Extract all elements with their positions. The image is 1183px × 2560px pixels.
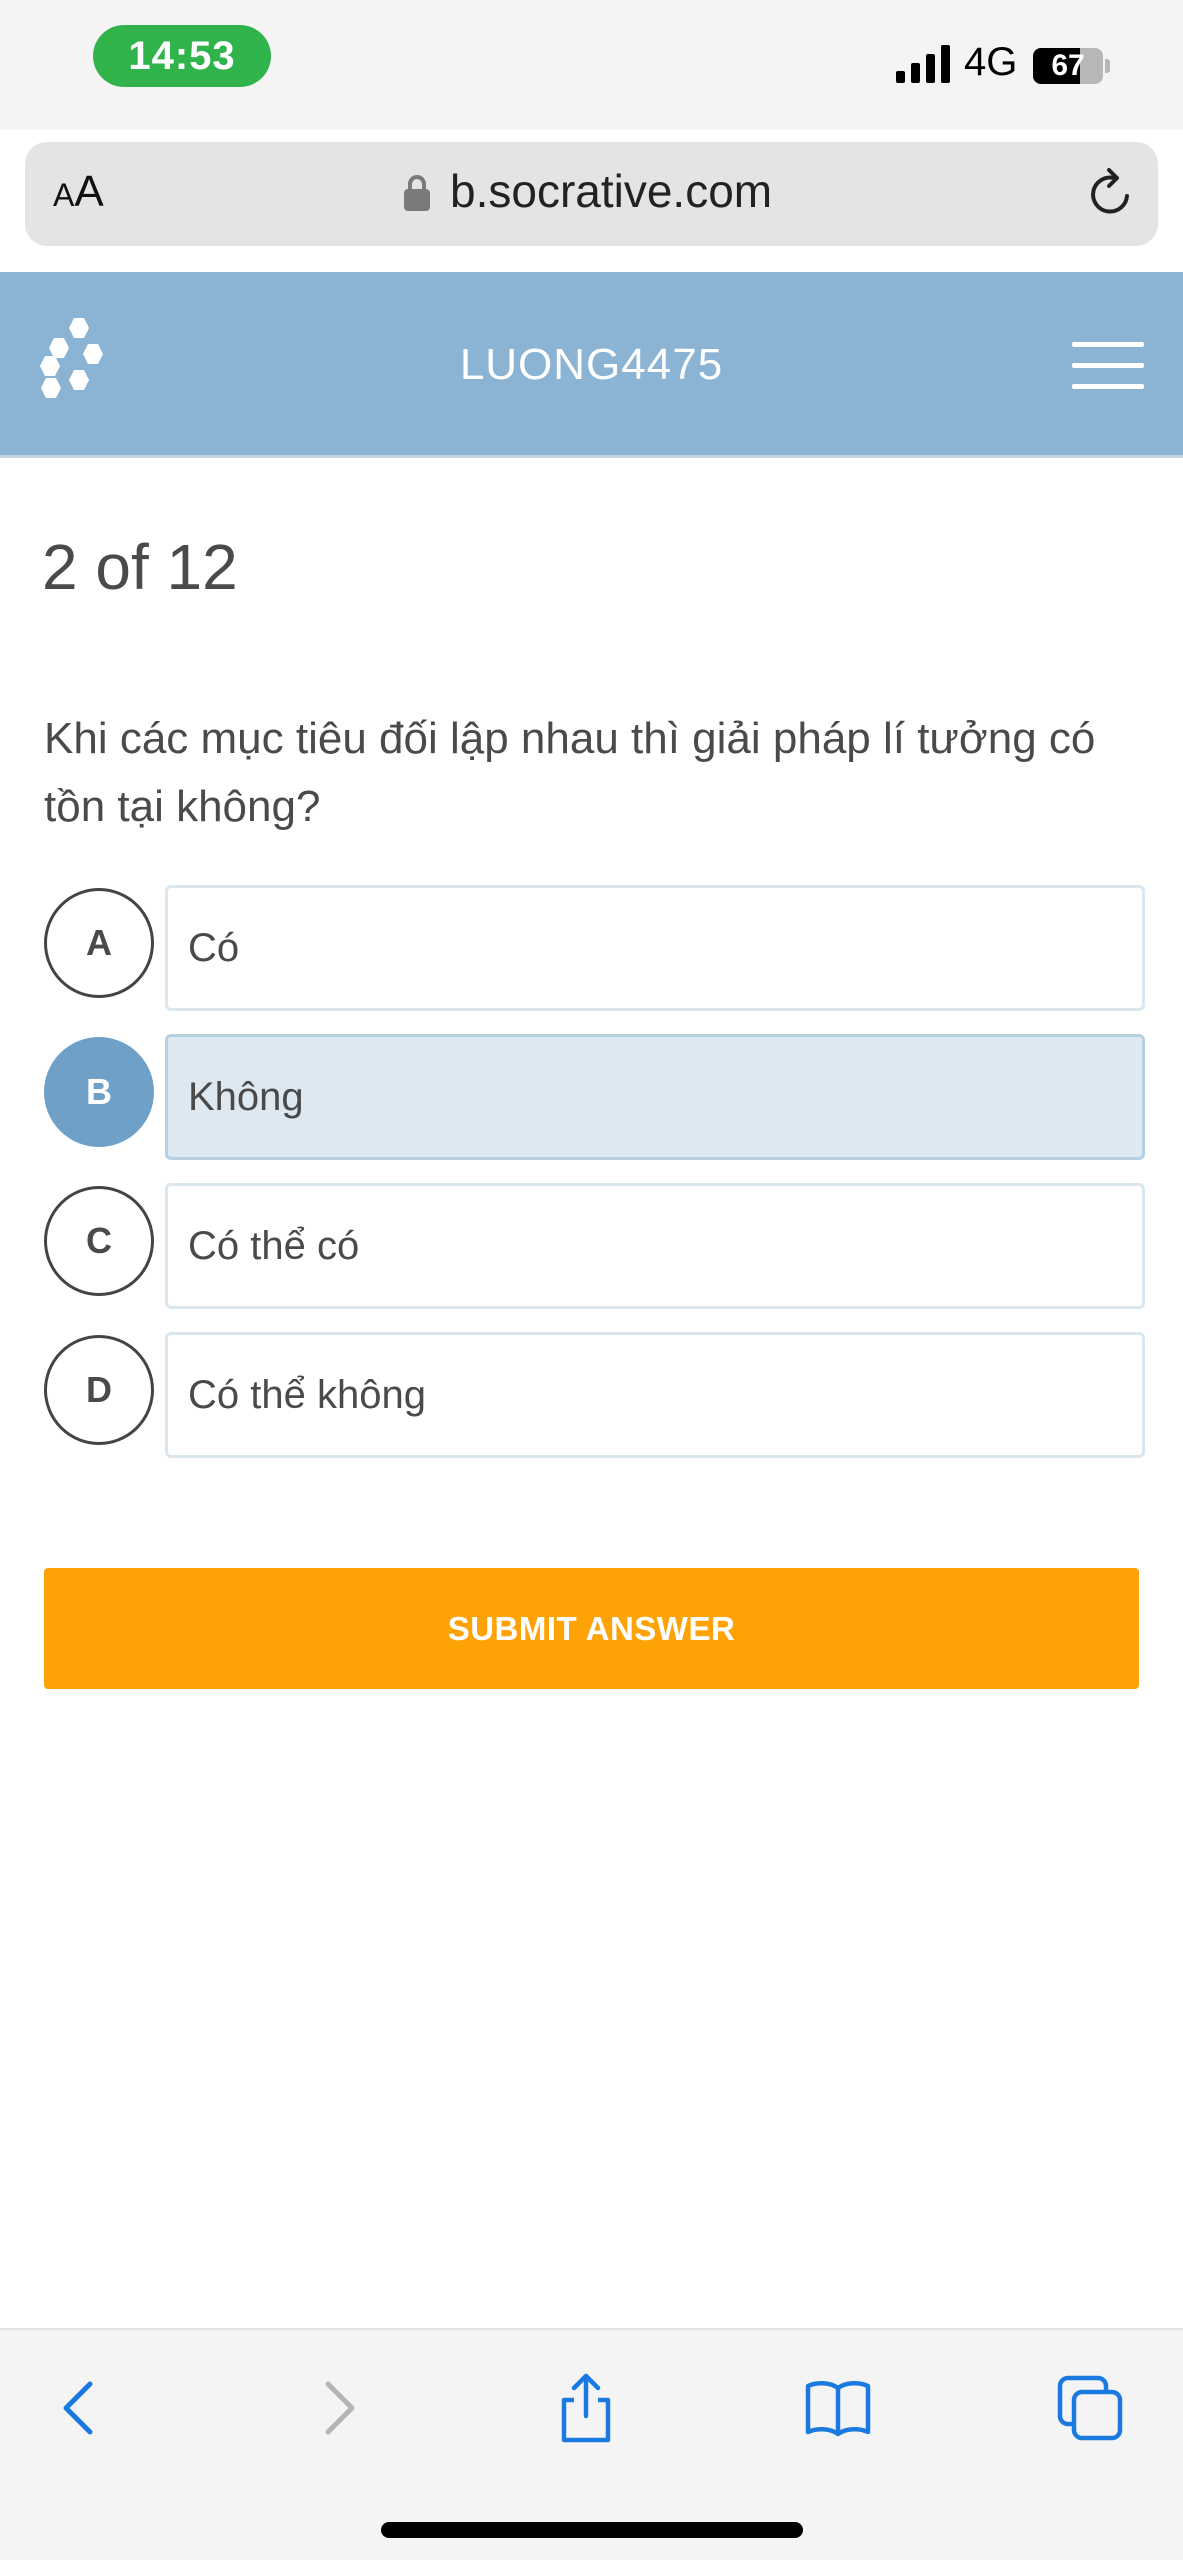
signal-icon [896, 45, 950, 83]
choice-letter[interactable]: C [44, 1186, 154, 1296]
choice-text[interactable]: Có thể không [165, 1332, 1145, 1458]
choice-d[interactable]: D Có thể không [44, 1332, 1145, 1461]
choice-c[interactable]: C Có thể có [44, 1183, 1145, 1312]
choice-letter[interactable]: A [44, 888, 154, 998]
room-name: LUONG4475 [459, 340, 724, 389]
url-text[interactable]: b.socrative.com [450, 164, 772, 218]
bookmarks-icon[interactable] [802, 2372, 874, 2444]
reload-icon[interactable] [1083, 166, 1139, 222]
status-time[interactable]: 14:53 [93, 25, 271, 87]
text-size-small-a: A [53, 177, 75, 213]
choice-text[interactable]: Có [165, 885, 1145, 1011]
lock-icon [404, 175, 430, 211]
network-type: 4G [964, 40, 1018, 84]
submit-answer-button[interactable]: SUBMIT ANSWER [44, 1568, 1139, 1689]
choice-a[interactable]: A Có [44, 885, 1145, 1014]
question-progress: 2 of 12 [42, 531, 238, 603]
tabs-icon[interactable] [1054, 2372, 1126, 2444]
choice-letter[interactable]: D [44, 1335, 154, 1445]
choice-text[interactable]: Không [165, 1034, 1145, 1160]
app-header: LUONG4475 [0, 272, 1183, 458]
forward-icon[interactable] [302, 2372, 374, 2444]
share-icon[interactable] [550, 2372, 622, 2444]
battery-tip [1105, 59, 1110, 73]
text-size-large-a: A [74, 167, 104, 216]
choice-text[interactable]: Có thể có [165, 1183, 1145, 1309]
menu-icon[interactable] [1072, 340, 1144, 392]
choice-b[interactable]: B Không [44, 1034, 1145, 1163]
back-icon[interactable] [44, 2372, 116, 2444]
status-bar: 14:53 4G 67 [0, 0, 1183, 130]
home-indicator[interactable] [381, 2522, 803, 2538]
choice-letter[interactable]: B [44, 1037, 154, 1147]
question-text: Khi các mục tiêu đối lập nhau thì giải p… [44, 714, 1096, 831]
address-bar[interactable]: AA b.socrative.com [25, 142, 1158, 246]
battery-icon: 67 [1033, 48, 1103, 84]
battery-level: 67 [1051, 49, 1085, 82]
text-size-button[interactable]: AA [53, 167, 104, 217]
